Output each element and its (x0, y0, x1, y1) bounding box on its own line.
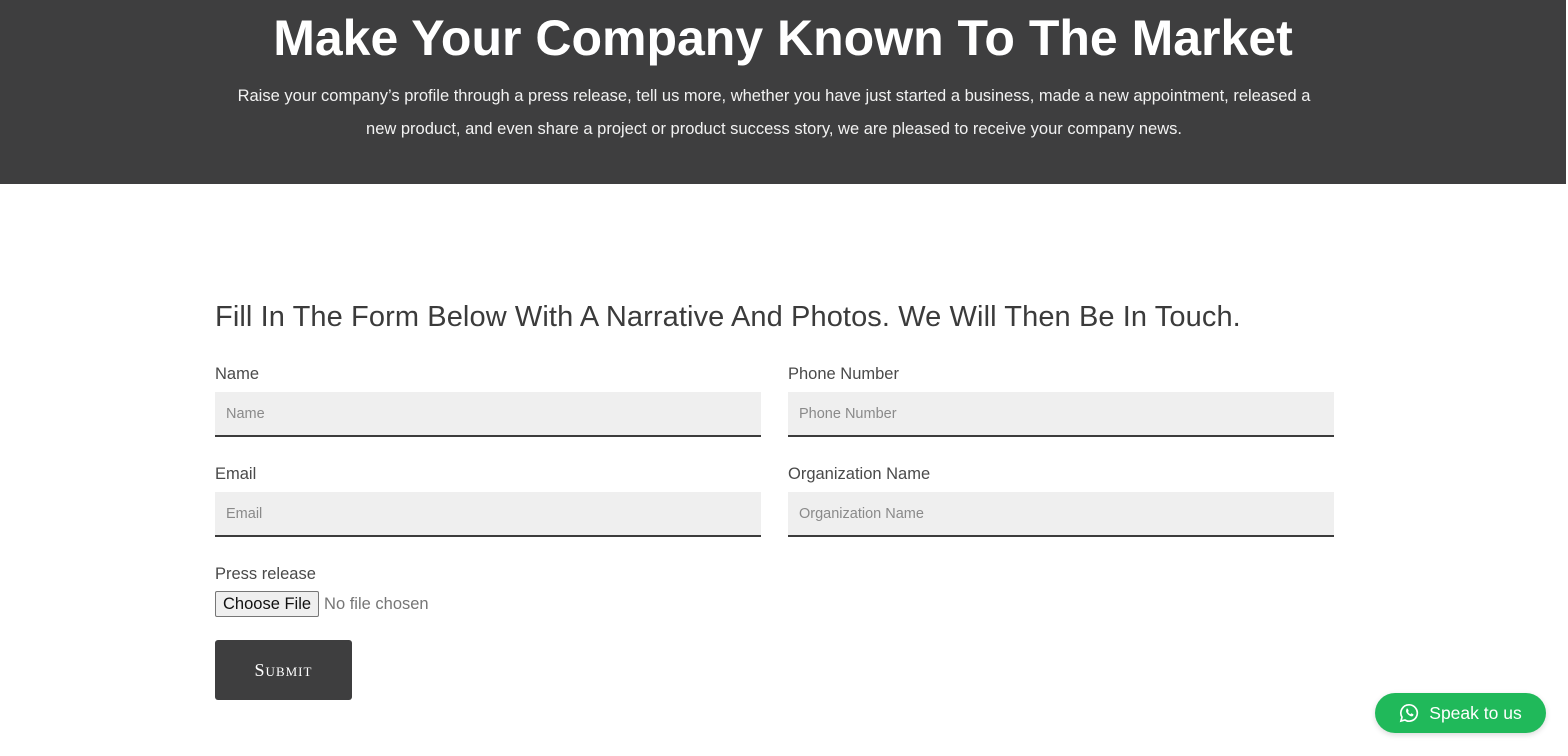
press-release-label: Press release (215, 565, 316, 583)
whatsapp-icon (1399, 703, 1419, 723)
hero-banner: Make Your Company Known To The Market Ra… (0, 0, 1566, 184)
name-input[interactable] (215, 392, 761, 437)
organization-label: Organization Name (788, 465, 931, 483)
hero-description: Raise your company’s profile through a p… (237, 87, 1311, 138)
speak-to-us-button[interactable]: Speak to us (1375, 693, 1546, 733)
choose-file-button[interactable]: Choose File (215, 591, 320, 617)
email-input[interactable] (215, 492, 761, 537)
hero-title: Make Your Company Known To The Market (273, 10, 1293, 66)
organization-field-group: Organization Name (788, 464, 1334, 537)
form-heading: Fill In The Form Below With A Narrative … (215, 301, 1241, 333)
submit-button[interactable]: Submit (215, 640, 352, 700)
name-label: Name (215, 365, 260, 383)
email-label: Email (215, 465, 257, 483)
phone-label: Phone Number (788, 365, 899, 383)
name-field-group: Name (215, 364, 761, 437)
phone-input[interactable] (788, 392, 1334, 437)
file-upload: Choose File No file chosen (215, 591, 429, 617)
speak-to-us-label: Speak to us (1429, 702, 1522, 723)
email-field-group: Email (215, 464, 761, 537)
phone-field-group: Phone Number (788, 364, 1334, 437)
organization-input[interactable] (788, 492, 1334, 537)
file-status: No file chosen (324, 594, 429, 613)
